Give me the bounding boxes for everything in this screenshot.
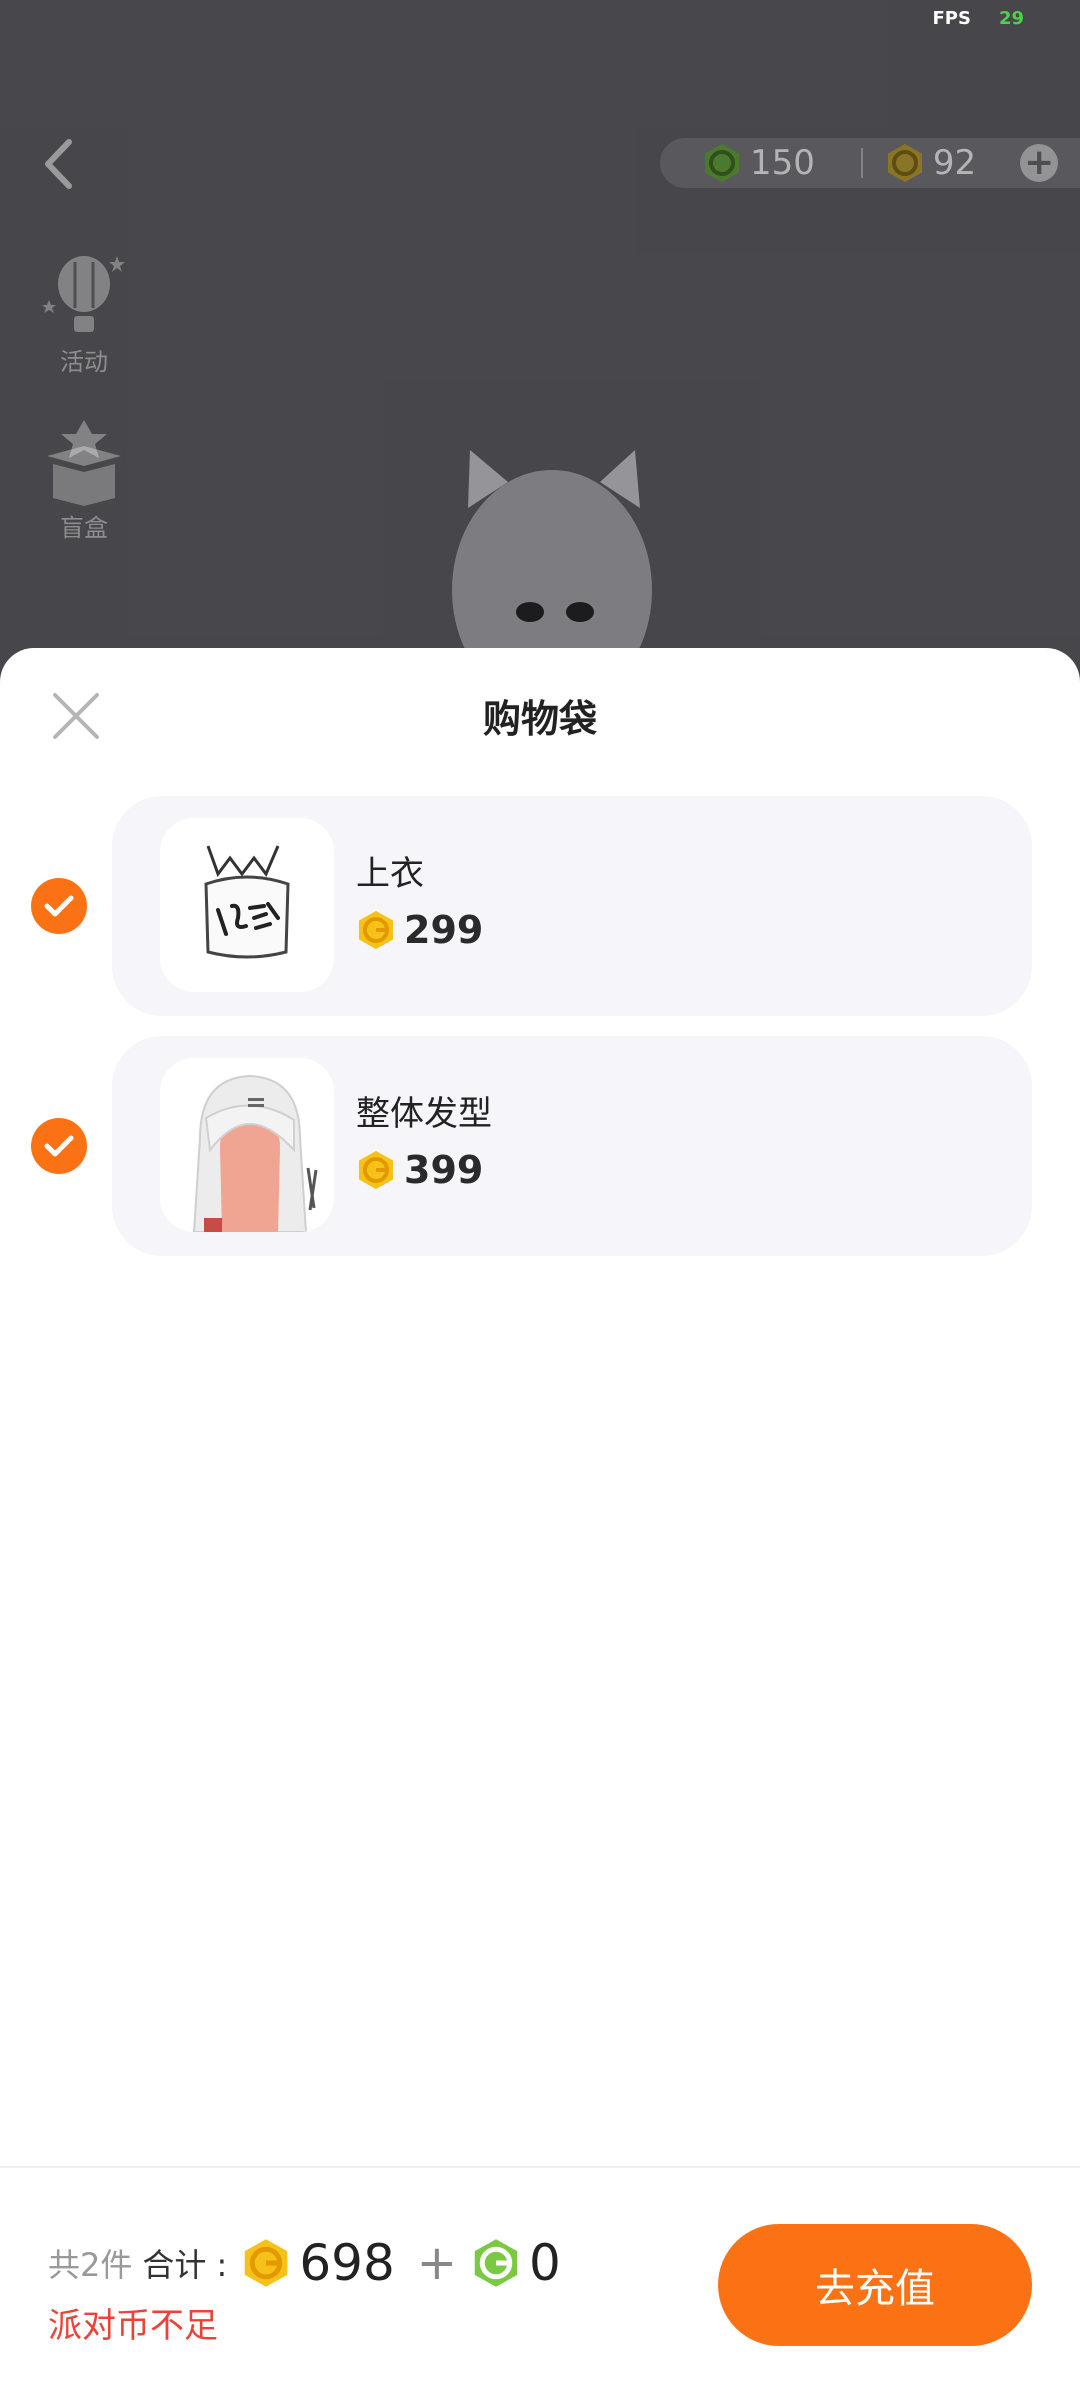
side-menu-blind-box[interactable]: 盲盒 [34, 418, 134, 543]
item-checkbox[interactable] [31, 878, 87, 934]
insufficient-balance-warning: 派对币不足 [48, 2306, 218, 2346]
currency-bar: 150 92 + [660, 138, 1080, 188]
gold-coin-icon [359, 911, 393, 949]
game-scene-background: FPS 29 150 92 + 活动 盲盒 [0, 0, 1080, 700]
side-menu-blind-box-label: 盲盒 [60, 514, 108, 542]
currency-divider [860, 148, 863, 178]
item-count: 共2件 [48, 2246, 133, 2284]
mystery-box-icon [47, 420, 121, 506]
gold-coin-balance: 92 [885, 143, 976, 183]
chevron-left-icon [45, 139, 72, 189]
side-menu-activity-label: 活动 [60, 348, 108, 376]
green-total: 0 [529, 2234, 561, 2292]
item-price: 399 [356, 1148, 483, 1192]
order-summary: 共2件 合计 : 698 + 0 [48, 2234, 569, 2292]
green-coin-icon [705, 144, 739, 182]
item-price: 299 [356, 908, 483, 952]
item-thumbnail [160, 818, 334, 992]
gold-coin-icon [245, 2239, 288, 2287]
green-coin-amount: 150 [750, 143, 815, 183]
item-name: 上衣 [356, 854, 424, 894]
cart-item: 整体发型 399 [0, 1036, 1080, 1256]
checkmark-icon [44, 895, 74, 917]
side-menu-activity[interactable]: 活动 [34, 252, 134, 377]
gold-coin-amount: 92 [932, 143, 977, 183]
back-button[interactable] [36, 132, 80, 196]
hairstyle-image [192, 1074, 318, 1232]
sheet-title: 购物袋 [482, 697, 597, 741]
cart-item: 上衣 299 [0, 796, 1080, 1016]
add-currency-button[interactable]: + [1020, 142, 1059, 183]
hot-air-balloon-icon [42, 256, 125, 332]
shopping-bag-sheet: 购物袋 上衣 299 整体发型 399 [0, 648, 1080, 2400]
checkmark-icon [44, 1135, 74, 1157]
green-coin-icon [474, 2239, 518, 2287]
item-card[interactable]: 整体发型 399 [112, 1036, 1032, 1256]
checkout-footer: 共2件 合计 : 698 + 0 派对币不足 去充值 [0, 2166, 1080, 2400]
fps-value: 29 [998, 8, 1024, 29]
item-checkbox[interactable] [31, 1118, 87, 1174]
gold-coin-icon [359, 1151, 393, 1189]
green-coin-balance: 150 [702, 143, 815, 183]
item-price-value: 299 [404, 908, 484, 952]
plus-icon: + [1024, 142, 1055, 183]
fps-counter: FPS 29 [932, 8, 1024, 29]
fps-label: FPS [932, 8, 971, 29]
item-card[interactable]: 上衣 299 [112, 796, 1032, 1016]
item-thumbnail [160, 1058, 334, 1232]
tank-top-image [204, 845, 290, 959]
plus-sign: + [416, 2235, 457, 2291]
item-price-value: 399 [404, 1148, 484, 1192]
recharge-button[interactable]: 去充值 [718, 2224, 1032, 2346]
gold-coin-icon [887, 144, 922, 182]
total-label: 合计 : [142, 2246, 228, 2284]
gold-total: 698 [299, 2234, 395, 2292]
item-name: 整体发型 [356, 1094, 492, 1134]
